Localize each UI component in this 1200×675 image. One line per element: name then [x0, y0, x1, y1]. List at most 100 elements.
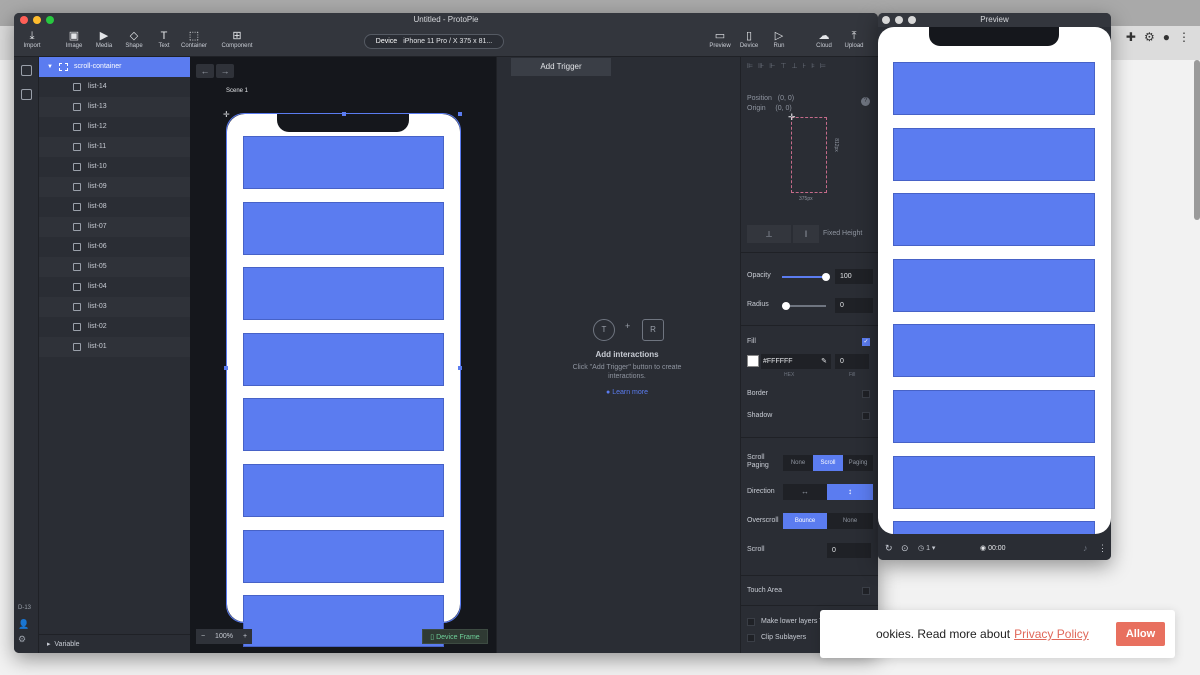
touch-indicator-icon[interactable]: ⊙: [901, 543, 909, 554]
page-scrollbar[interactable]: [1194, 60, 1200, 220]
radius-slider-knob[interactable]: [782, 302, 790, 310]
list-bar[interactable]: [243, 332, 444, 386]
maximize-window-button[interactable]: [908, 16, 916, 24]
zoom-out-button[interactable]: −: [196, 629, 210, 644]
settings-icon[interactable]: ⚙: [1144, 30, 1155, 44]
layer-row[interactable]: list-07: [39, 217, 190, 237]
list-bar[interactable]: [243, 201, 444, 255]
list-bar[interactable]: [243, 529, 444, 583]
fill-color-swatch[interactable]: [747, 355, 759, 367]
close-window-button[interactable]: [882, 16, 890, 24]
avatar[interactable]: ●: [1163, 30, 1170, 44]
shadow-checkbox[interactable]: [862, 412, 870, 420]
direction-horizontal[interactable]: ↔: [783, 484, 827, 500]
fill-amount-input[interactable]: 0: [835, 354, 869, 369]
radius-input[interactable]: 0: [835, 298, 873, 313]
zoom-in-button[interactable]: +: [238, 629, 252, 644]
make-lower-touchable-checkbox[interactable]: [747, 618, 755, 626]
eyedropper-icon[interactable]: ✎: [821, 354, 827, 369]
arrow-left-icon[interactable]: ←: [196, 64, 214, 78]
upload-button[interactable]: ⤒ Upload: [836, 30, 872, 49]
scroll-paging-scroll[interactable]: Scroll: [813, 455, 843, 471]
canvas[interactable]: ← → Scene 1 ✛ − 100% + ▯ Device Frame: [190, 57, 496, 653]
allow-cookies-button[interactable]: Allow: [1116, 622, 1165, 646]
chevron-down-icon[interactable]: ▼: [47, 57, 53, 77]
fill-hex-input[interactable]: #FFFFFF ✎: [761, 354, 831, 369]
scroll-paging-paging[interactable]: Paging: [843, 455, 873, 471]
minimize-window-button[interactable]: [33, 16, 41, 24]
privacy-policy-link[interactable]: Privacy Policy: [1014, 627, 1089, 641]
align-bottom-icon[interactable]: ⊦: [803, 62, 807, 70]
layer-row[interactable]: list-02: [39, 317, 190, 337]
layer-row[interactable]: list-10: [39, 157, 190, 177]
fill-checkbox[interactable]: ✓: [862, 338, 870, 346]
zoom-value[interactable]: 100%: [210, 629, 238, 644]
list-bar[interactable]: [243, 464, 444, 517]
align-right-icon[interactable]: ⊩: [769, 62, 775, 70]
opacity-input[interactable]: 100: [835, 269, 873, 284]
minimize-window-button[interactable]: [895, 16, 903, 24]
speed-selector[interactable]: ◷ 1 ▾: [918, 544, 935, 552]
component-button[interactable]: ⊞ Component: [219, 30, 255, 49]
resize-handle[interactable]: [342, 112, 346, 116]
layer-row[interactable]: list-11: [39, 137, 190, 157]
variable-section[interactable]: ▸ Variable: [39, 634, 190, 653]
help-icon[interactable]: ?: [861, 97, 870, 106]
layer-row[interactable]: list-01: [39, 337, 190, 357]
fixed-width-toggle[interactable]: ⟂: [747, 225, 791, 243]
maximize-window-button[interactable]: [46, 16, 54, 24]
resize-handle[interactable]: [458, 112, 462, 116]
device-selector[interactable]: Device iPhone 11 Pro / X 375 x 81...: [364, 34, 504, 49]
preview-phone[interactable]: [878, 27, 1111, 534]
align-left-icon[interactable]: ⊫: [747, 62, 753, 70]
resize-handle[interactable]: [224, 366, 228, 370]
resize-handle[interactable]: [342, 620, 346, 624]
align-center-icon[interactable]: ⊪: [758, 62, 764, 70]
device-frame-button[interactable]: ▯ Device Frame: [422, 629, 488, 644]
border-checkbox[interactable]: [862, 390, 870, 398]
list-bar[interactable]: [243, 267, 444, 321]
overscroll-bounce[interactable]: Bounce: [783, 513, 827, 529]
microphone-icon[interactable]: ♪: [1083, 543, 1088, 553]
arrow-right-icon[interactable]: →: [216, 64, 234, 78]
touch-area-checkbox[interactable]: [862, 587, 870, 595]
layer-row[interactable]: list-09: [39, 177, 190, 197]
layer-row[interactable]: list-05: [39, 257, 190, 277]
scroll-input[interactable]: 0: [827, 543, 871, 558]
layer-scroll-container[interactable]: ▼ scroll-container: [39, 57, 190, 77]
assets-panel-icon[interactable]: [21, 89, 32, 100]
opacity-slider-knob[interactable]: [822, 273, 830, 281]
more-icon[interactable]: ⋮: [1098, 543, 1107, 554]
layer-row[interactable]: list-03: [39, 297, 190, 317]
layer-row[interactable]: list-08: [39, 197, 190, 217]
container-button[interactable]: ⬚ Container: [176, 30, 212, 49]
scroll-paging-none[interactable]: None: [783, 455, 813, 471]
layer-row[interactable]: list-12: [39, 117, 190, 137]
layer-row[interactable]: list-06: [39, 237, 190, 257]
list-bar[interactable]: [243, 398, 444, 452]
fixed-height-toggle[interactable]: I: [793, 225, 819, 243]
more-icon[interactable]: ⋮: [1178, 30, 1190, 44]
list-bar[interactable]: [243, 136, 444, 189]
direction-vertical[interactable]: ↕: [827, 484, 873, 500]
add-trigger-button[interactable]: Add Trigger: [511, 58, 611, 76]
layer-row[interactable]: list-04: [39, 277, 190, 297]
layer-row[interactable]: list-13: [39, 97, 190, 117]
refresh-icon[interactable]: ↻: [885, 543, 893, 554]
extensions-icon[interactable]: ✚: [1126, 30, 1136, 44]
learn-more-link[interactable]: ● Learn more: [557, 389, 697, 396]
distribute-h-icon[interactable]: ⊧: [811, 62, 815, 70]
distribute-v-icon[interactable]: ⊨: [820, 62, 826, 70]
resize-handle[interactable]: [458, 366, 462, 370]
close-window-button[interactable]: [20, 16, 28, 24]
layers-panel-icon[interactable]: [21, 65, 32, 76]
clip-sublayers-checkbox[interactable]: [747, 634, 755, 642]
run-button[interactable]: ▷ Run: [761, 30, 797, 49]
align-middle-icon[interactable]: ⊥: [791, 62, 797, 70]
import-button[interactable]: ⤓ Import: [14, 30, 50, 49]
layer-row[interactable]: list-14: [39, 77, 190, 97]
gear-icon[interactable]: ⚙: [18, 634, 26, 645]
align-top-icon[interactable]: ⊤: [780, 62, 786, 70]
overscroll-none[interactable]: None: [827, 513, 873, 529]
user-icon[interactable]: 👤: [18, 619, 29, 630]
